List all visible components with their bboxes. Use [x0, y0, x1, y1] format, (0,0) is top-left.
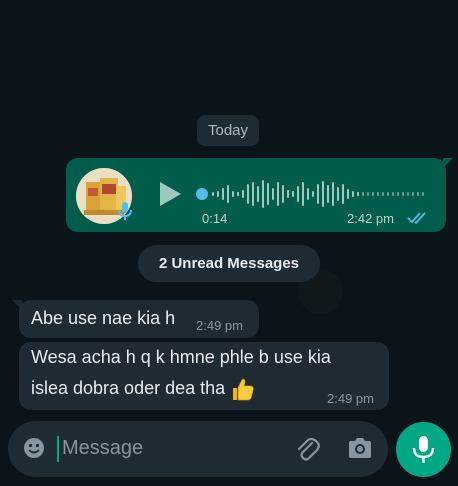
waveform-bar — [347, 189, 349, 199]
waveform-bar — [232, 191, 234, 197]
mic-icon — [412, 436, 435, 463]
waveform-bar — [362, 192, 364, 196]
voice-message-bubble[interactable]: 0:14 2:42 pm — [66, 158, 453, 232]
message-time: 2:49 pm — [196, 318, 243, 333]
waveform-bar — [402, 192, 404, 196]
waveform-bar — [242, 190, 244, 198]
waveform-bar — [422, 192, 424, 196]
audio-waveform[interactable] — [196, 180, 424, 208]
waveform-bar — [372, 192, 374, 196]
waveform-bar — [282, 185, 284, 203]
waveform-bar — [222, 188, 224, 200]
voice-duration: 0:14 — [202, 211, 228, 226]
waveform-bar — [272, 188, 274, 200]
waveform-bar — [387, 192, 389, 196]
waveform-bar — [367, 192, 369, 196]
voice-note-mic-icon — [117, 201, 133, 221]
waveform-bar — [227, 185, 229, 203]
voice-record-button[interactable] — [396, 422, 451, 477]
waveform-bar — [322, 181, 324, 207]
waveform-bar — [342, 184, 344, 204]
waveform-bar — [217, 191, 219, 197]
unread-messages-divider: 2 Unread Messages — [138, 245, 320, 282]
message-text-line: islea dobra oder dea tha — [31, 376, 255, 402]
waveform-bar — [292, 191, 294, 197]
message-text: islea dobra oder dea tha — [31, 377, 226, 398]
waveform-bar — [262, 180, 264, 208]
message-composer — [8, 421, 388, 477]
waveform-bar — [332, 182, 334, 206]
waveform-bar — [317, 184, 319, 204]
waveform-bar — [312, 191, 314, 197]
waveform-bar — [252, 182, 254, 206]
waveform-bar — [277, 182, 279, 206]
waveform-bar — [392, 192, 394, 196]
chat-background — [0, 0, 458, 486]
waveform-bar — [407, 192, 409, 196]
message-bubble[interactable]: Abe use nae kia h 2:49 pm — [12, 300, 259, 338]
voice-message-time: 2:42 pm — [347, 211, 394, 226]
bubble-tail — [443, 158, 453, 168]
waveform-bar — [287, 190, 289, 198]
waveform-bar — [377, 192, 379, 196]
waveform-bar — [212, 192, 214, 196]
attach-icon[interactable] — [295, 435, 321, 463]
emoji-icon[interactable] — [23, 437, 45, 459]
waveform-bar — [327, 185, 329, 203]
waveform-bar — [397, 192, 399, 196]
waveform-bar — [412, 192, 414, 196]
waveform-bar — [267, 183, 269, 205]
message-input[interactable] — [58, 433, 272, 463]
camera-icon[interactable] — [347, 436, 373, 460]
waveform-bar — [382, 192, 384, 196]
waveform-bar — [297, 186, 299, 202]
waveform-bar — [352, 191, 354, 197]
waveform-bar — [357, 192, 359, 196]
message-text-line: Wesa acha h q k hmne phle b use kia — [31, 347, 331, 367]
waveform-bar — [257, 186, 259, 202]
message-time: 2:49 pm — [327, 391, 374, 406]
read-receipt-icon — [407, 211, 429, 225]
bubble-tail — [12, 300, 22, 310]
message-text: Abe use nae kia h — [31, 308, 176, 328]
waveform-bar — [337, 187, 339, 201]
waveform-bar — [417, 192, 419, 196]
play-icon[interactable] — [157, 180, 183, 208]
waveform-bar — [302, 182, 304, 206]
thumbs-up-emoji — [233, 378, 254, 401]
waveform-bar — [237, 192, 239, 196]
waveform-bar — [247, 184, 249, 204]
playback-position-dot — [196, 188, 208, 200]
waveform-bar — [307, 188, 309, 200]
message-bubble[interactable]: Wesa acha h q k hmne phle b use kia isle… — [19, 342, 389, 410]
date-chip: Today — [197, 115, 259, 146]
